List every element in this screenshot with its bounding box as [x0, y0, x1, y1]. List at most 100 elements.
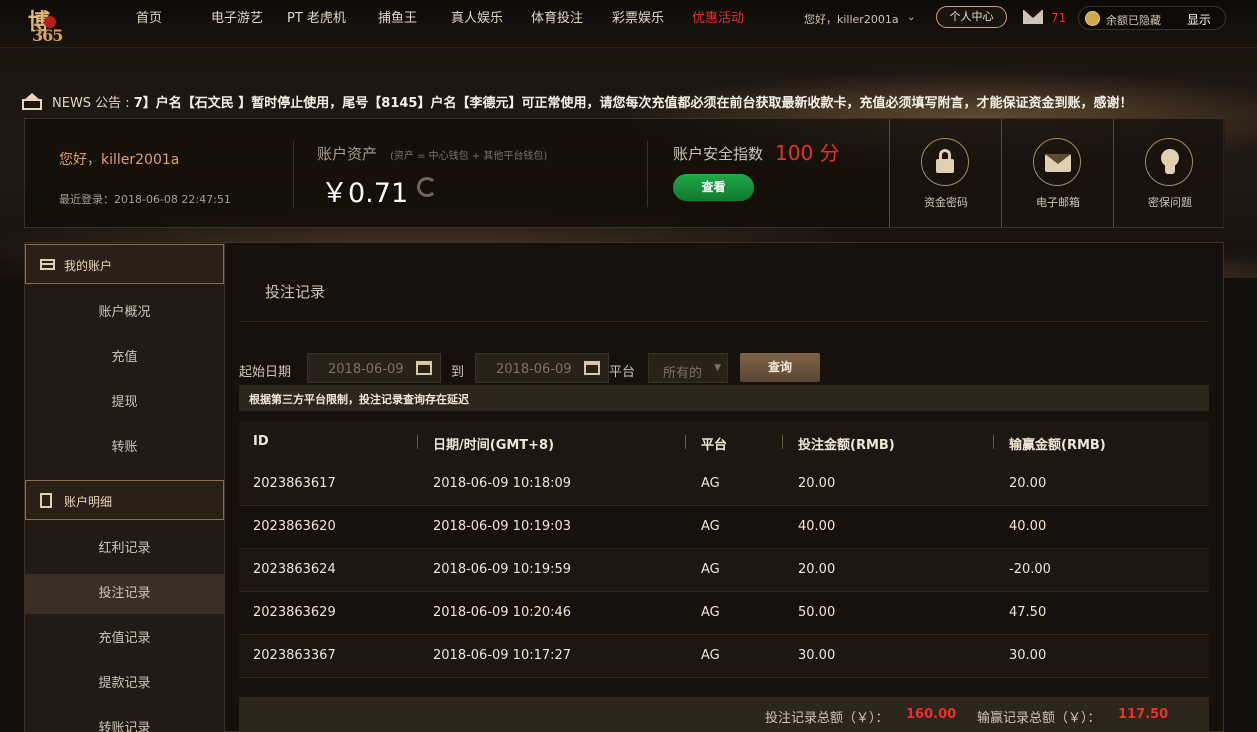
platform-select-value: 所有的 — [663, 366, 703, 381]
calendar-icon[interactable] — [584, 361, 600, 375]
fund-password-tile[interactable]: 资金密码 — [889, 119, 1001, 227]
security-score: 100 分 — [775, 141, 840, 165]
cell-platform: AG — [701, 476, 720, 491]
top-navigation-bar: 博 365 首页 电子游艺 PT 老虎机 捕鱼王 真人娱乐 体育投注 彩票娱乐 … — [0, 0, 1257, 48]
security-title: 账户安全指数 — [673, 145, 764, 163]
cell-win-amount: -20.00 — [1009, 562, 1051, 577]
view-security-button[interactable]: 查看 — [673, 174, 754, 201]
delay-notice-text: 根据第三方平台限制，投注记录查询存在延迟 — [249, 393, 469, 406]
to-label: 到 — [451, 365, 465, 380]
cell-platform: AG — [701, 519, 720, 534]
table-row: 2023863629 2018-06-09 10:20:46 AG 50.00 … — [239, 592, 1209, 635]
cell-id: 2023863620 — [253, 519, 336, 534]
cell-id: 2023863624 — [253, 562, 336, 577]
balance-pill: 余额已隐藏 显示 — [1078, 6, 1226, 30]
sidebar: 我的账户 账户概况 充值 提现 转账 账户明细 红利记录 投注记录 充值记录 提… — [25, 243, 225, 732]
cell-id: 2023863617 — [253, 476, 336, 491]
table-header: ID 日期/时间(GMT+8) 平台 投注金额(RMB) 输赢金额(RMB) — [239, 421, 1209, 463]
sidebar-item-withdraw[interactable]: 提现 — [25, 383, 224, 423]
envelope-icon — [1033, 138, 1081, 186]
column-separator — [685, 435, 686, 449]
cell-id: 2023863629 — [253, 605, 336, 620]
sidebar-header-label: 账户明细 — [64, 495, 113, 509]
nav-lottery[interactable]: 彩票娱乐 — [612, 0, 692, 38]
show-balance-button[interactable]: 显示 — [1187, 11, 1211, 28]
card-icon — [40, 259, 55, 270]
last-login: 最近登录：2018-06-08 22:47:51 — [59, 193, 231, 206]
divider — [647, 141, 648, 207]
cell-datetime: 2018-06-09 10:19:59 — [433, 562, 572, 577]
mail-icon[interactable] — [1023, 10, 1043, 24]
cell-id: 2023863367 — [253, 648, 336, 663]
security-question-tile[interactable]: 密保问题 — [1113, 119, 1225, 227]
start-date-input[interactable]: 2018-06-09 — [307, 353, 441, 383]
sidebar-header-details[interactable]: 账户明细 — [25, 480, 224, 520]
sidebar-item-deposit[interactable]: 充值 — [25, 338, 224, 378]
sidebar-item-overview[interactable]: 账户概况 — [25, 293, 224, 333]
sidebar-header-label: 我的账户 — [64, 259, 113, 273]
cell-datetime: 2018-06-09 10:19:03 — [433, 519, 572, 534]
col-id: ID — [253, 434, 269, 449]
nav-fishing[interactable]: 捕鱼王 — [378, 0, 451, 38]
cell-win-amount: 40.00 — [1009, 519, 1047, 534]
cell-datetime: 2018-06-09 10:18:09 — [433, 476, 572, 491]
cell-platform: AG — [701, 605, 720, 620]
cell-datetime: 2018-06-09 10:20:46 — [433, 605, 572, 620]
announcement-icon — [22, 92, 42, 110]
email-label: 电子邮箱 — [1036, 196, 1080, 209]
news-ticker: NEWS 公告 : 7】户名【石文民 】暂时停止使用，尾号【8145】户名【李德… — [22, 90, 1132, 112]
column-separator — [993, 435, 994, 449]
nav-promotions[interactable]: 优惠活动 — [692, 0, 772, 38]
table-body: 2023863617 2018-06-09 10:18:09 AG 20.00 … — [239, 463, 1209, 678]
fund-password-label: 资金密码 — [924, 196, 968, 209]
col-win-amount: 输赢金额(RMB) — [1009, 438, 1106, 453]
column-separator — [782, 435, 783, 449]
query-button[interactable]: 查询 — [740, 353, 820, 382]
bet-total-value: 160.00 — [906, 707, 957, 722]
table-row: 2023863617 2018-06-09 10:18:09 AG 20.00 … — [239, 463, 1209, 506]
nav-electronic-games[interactable]: 电子游艺 — [211, 0, 287, 38]
win-total-value: 117.50 — [1118, 707, 1169, 722]
bet-total-label: 投注记录总额（￥）： — [765, 711, 889, 726]
main-nav: 首页 电子游艺 PT 老虎机 捕鱼王 真人娱乐 体育投注 彩票娱乐 优惠活动 — [136, 0, 772, 38]
end-date-input[interactable]: 2018-06-09 — [475, 353, 609, 383]
sidebar-header-my-account[interactable]: 我的账户 — [25, 244, 224, 284]
sidebar-item-bet-records[interactable]: 投注记录 — [25, 574, 224, 614]
news-text: 7】户名【石文民 】暂时停止使用，尾号【8145】户名【李德元】可正常使用，请您… — [133, 95, 1133, 111]
chevron-down-icon[interactable]: ⌄ — [907, 12, 915, 23]
platform-label: 平台 — [609, 365, 636, 380]
refresh-icon[interactable] — [417, 177, 437, 197]
col-bet-amount: 投注金额(RMB) — [798, 438, 895, 453]
platform-select[interactable]: 所有的 ▼ — [648, 353, 728, 383]
nav-home[interactable]: 首页 — [136, 0, 211, 38]
nav-live-casino[interactable]: 真人娱乐 — [451, 0, 531, 38]
page-title: 投注记录 — [265, 283, 326, 301]
cell-bet-amount: 20.00 — [798, 476, 836, 491]
balance-hidden-label: 余额已隐藏 — [1106, 14, 1161, 27]
col-datetime: 日期/时间(GMT+8) — [433, 438, 555, 453]
sidebar-item-transfer[interactable]: 转账 — [25, 428, 224, 468]
nav-sports[interactable]: 体育投注 — [531, 0, 612, 38]
sidebar-item-deposit-records[interactable]: 充值记录 — [25, 619, 224, 659]
sidebar-item-transfer-records[interactable]: 转账记录 — [25, 709, 224, 732]
coin-icon — [1085, 11, 1100, 26]
user-center-button[interactable]: 个人中心 — [936, 6, 1007, 28]
email-tile[interactable]: 电子邮箱 — [1001, 119, 1113, 227]
table-row: 2023863367 2018-06-09 10:17:27 AG 30.00 … — [239, 635, 1209, 678]
table-totals: 投注记录总额（￥）： 160.00 输赢记录总额（￥）： 117.50 — [239, 697, 1209, 732]
nav-pt-slots[interactable]: PT 老虎机 — [287, 0, 378, 38]
cell-win-amount: 30.00 — [1009, 648, 1047, 663]
summary-greeting: 您好，killer2001a — [59, 152, 180, 168]
table-row: 2023863624 2018-06-09 10:19:59 AG 20.00 … — [239, 549, 1209, 592]
sidebar-item-withdraw-records[interactable]: 提款记录 — [25, 664, 224, 704]
sidebar-item-bonus-records[interactable]: 红利记录 — [25, 529, 224, 569]
cell-bet-amount: 30.00 — [798, 648, 836, 663]
calendar-icon[interactable] — [416, 361, 432, 375]
assets-note: (资产 = 中心钱包 + 其他平台钱包) — [390, 151, 548, 162]
assets-value: ￥0.71 — [321, 178, 409, 209]
user-greeting[interactable]: 您好，killer2001a — [804, 11, 899, 27]
site-logo[interactable]: 博 365 — [28, 4, 114, 46]
cell-bet-amount: 50.00 — [798, 605, 836, 620]
mail-count-badge[interactable]: 71 — [1051, 11, 1066, 25]
caret-down-icon: ▼ — [714, 363, 721, 373]
